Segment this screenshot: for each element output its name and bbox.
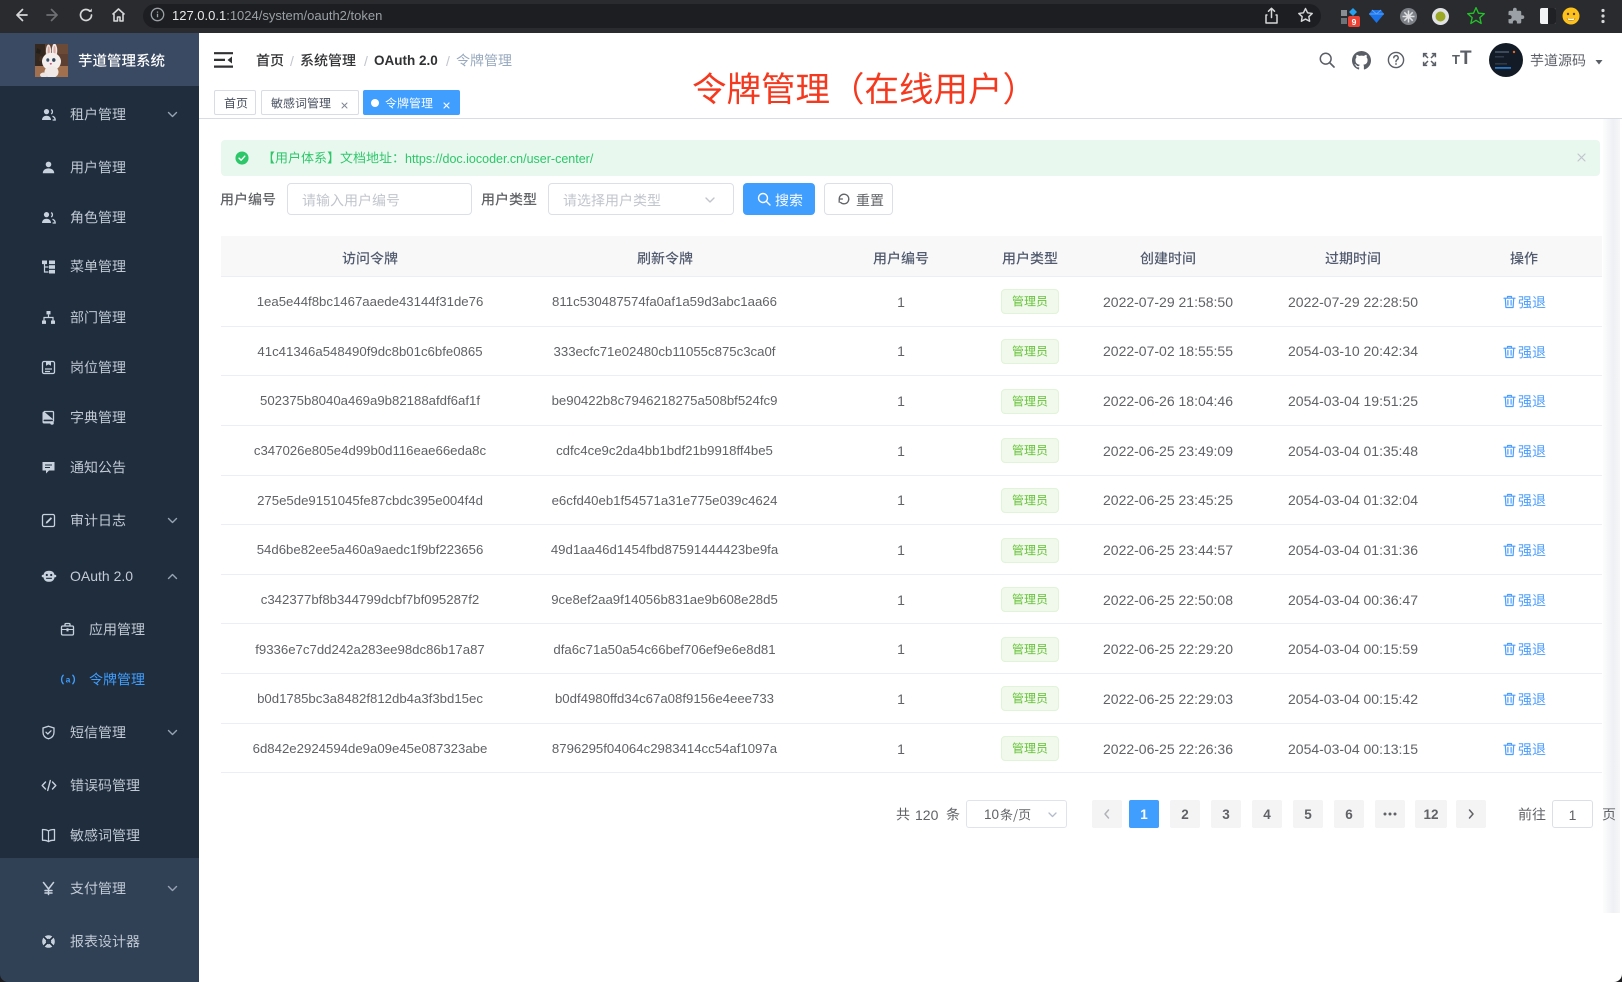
svg-text:a: a bbox=[66, 674, 71, 684]
svg-text:9: 9 bbox=[1352, 17, 1357, 27]
